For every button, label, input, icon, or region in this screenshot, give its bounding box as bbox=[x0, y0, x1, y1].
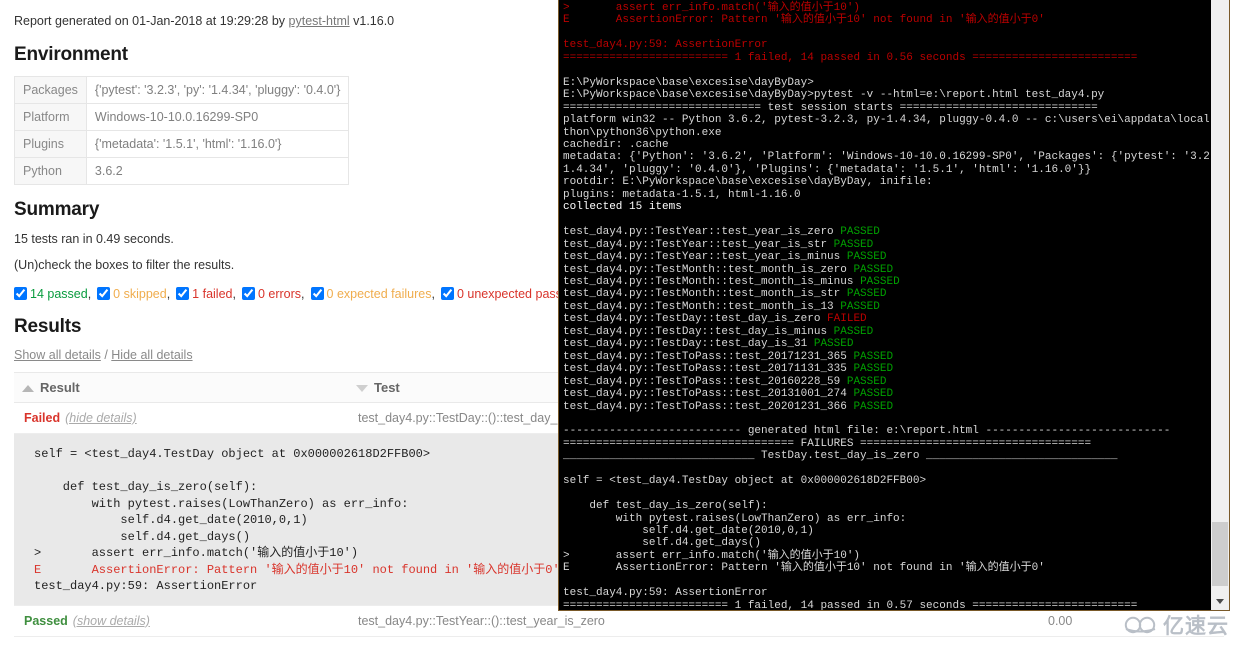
column-header-test-label: Test bbox=[374, 380, 400, 395]
toggle-details-link[interactable]: (show details) bbox=[73, 614, 150, 628]
result-cell: Passed (show details) bbox=[14, 605, 348, 637]
report-generated-prefix: Report generated on 01-Jan-2018 at 19:29… bbox=[14, 14, 289, 28]
filter-errors-label: 0 errors bbox=[257, 287, 302, 301]
scroll-down-arrow-icon[interactable] bbox=[1211, 592, 1229, 610]
filter-expected-failures-checkbox[interactable] bbox=[310, 287, 324, 300]
report-generator-version: v1.16.0 bbox=[349, 14, 395, 28]
filter-expected-failures[interactable]: 0 expected failures, bbox=[310, 286, 435, 302]
filter-errors[interactable]: 0 errors, bbox=[241, 286, 305, 302]
column-header-result[interactable]: Result bbox=[14, 372, 348, 403]
filter-unexpected-passes[interactable]: 0 unexpected passes bbox=[440, 286, 575, 302]
environment-value: {'pytest': '3.2.3', 'py': '1.4.34', 'plu… bbox=[85, 76, 350, 104]
result-cell: Passed(show details) bbox=[14, 636, 348, 646]
console-scrollbar[interactable] bbox=[1210, 0, 1229, 610]
table-row: Python 3.6.2 bbox=[14, 157, 350, 185]
duration-cell: 0.00 bbox=[1038, 636, 1224, 646]
filter-skipped[interactable]: 0 skipped, bbox=[97, 286, 170, 302]
filter-unexpected-passes-checkbox[interactable] bbox=[440, 287, 454, 300]
console-scrollbar-thumb[interactable] bbox=[1212, 522, 1228, 586]
environment-value: {'metadata': '1.5.1', 'html': '1.16.0'} bbox=[85, 130, 350, 158]
traceback-plain-bottom: test_day4.py:59: AssertionError bbox=[34, 579, 258, 593]
traceback-plain-top: self = <test_day4.TestDay object at 0x00… bbox=[34, 447, 431, 560]
status-badge: Failed bbox=[24, 411, 61, 425]
result-cell: Failed (hide details) bbox=[14, 402, 348, 434]
filter-skipped-label: 0 skipped bbox=[113, 287, 167, 301]
filter-errors-checkbox[interactable] bbox=[241, 287, 255, 300]
environment-value: 3.6.2 bbox=[85, 157, 350, 185]
filter-failed[interactable]: 1 failed, bbox=[176, 286, 236, 302]
environment-table: Packages {'pytest': '3.2.3', 'py': '1.4.… bbox=[14, 76, 350, 185]
filter-passed[interactable]: 14 passed, bbox=[14, 286, 91, 302]
environment-key: Platform bbox=[14, 103, 87, 131]
table-row: Platform Windows-10-10.0.16299-SP0 bbox=[14, 103, 350, 131]
sort-descending-icon bbox=[356, 384, 368, 392]
table-row: Plugins {'metadata': '1.5.1', 'html': '1… bbox=[14, 130, 350, 158]
test-name-cell: test_day4.py::TestYear::()::test_year_is… bbox=[348, 636, 1038, 646]
details-separator: / bbox=[100, 348, 112, 362]
show-all-details-link[interactable]: Show all details bbox=[14, 348, 101, 362]
environment-key: Packages bbox=[14, 76, 87, 104]
traceback-error-line: E AssertionError: Pattern '输入的值小于10' not… bbox=[34, 562, 560, 577]
pytest-html-link[interactable]: pytest-html bbox=[289, 14, 350, 28]
filter-passed-checkbox[interactable] bbox=[14, 287, 27, 300]
table-row: Packages {'pytest': '3.2.3', 'py': '1.4.… bbox=[14, 76, 350, 104]
environment-key: Python bbox=[14, 157, 87, 185]
filter-passed-label: 14 passed bbox=[30, 287, 88, 301]
toggle-details-link[interactable]: (hide details) bbox=[65, 411, 137, 425]
environment-key: Plugins bbox=[14, 130, 87, 158]
column-header-result-label: Result bbox=[40, 380, 80, 395]
filter-failed-checkbox[interactable] bbox=[176, 287, 190, 300]
filter-skipped-checkbox[interactable] bbox=[97, 287, 111, 300]
command-prompt-window[interactable]: > assert err_info.match('输入的值小于10') E As… bbox=[558, 0, 1230, 611]
status-badge: Passed bbox=[24, 613, 68, 628]
sort-ascending-icon bbox=[22, 384, 34, 392]
environment-value: Windows-10-10.0.16299-SP0 bbox=[85, 103, 350, 131]
console-output: > assert err_info.match('输入的值小于10') E As… bbox=[563, 2, 1209, 610]
filter-expected-failures-label: 0 expected failures bbox=[326, 287, 432, 301]
screen: Report generated on 01-Jan-2018 at 19:29… bbox=[0, 0, 1239, 646]
hide-all-details-link[interactable]: Hide all details bbox=[111, 348, 192, 362]
filter-failed-label: 1 failed bbox=[192, 287, 233, 301]
environment-table-body: Packages {'pytest': '3.2.3', 'py': '1.4.… bbox=[14, 76, 350, 185]
table-row: Passed(show details) test_day4.py::TestY… bbox=[14, 636, 1224, 646]
